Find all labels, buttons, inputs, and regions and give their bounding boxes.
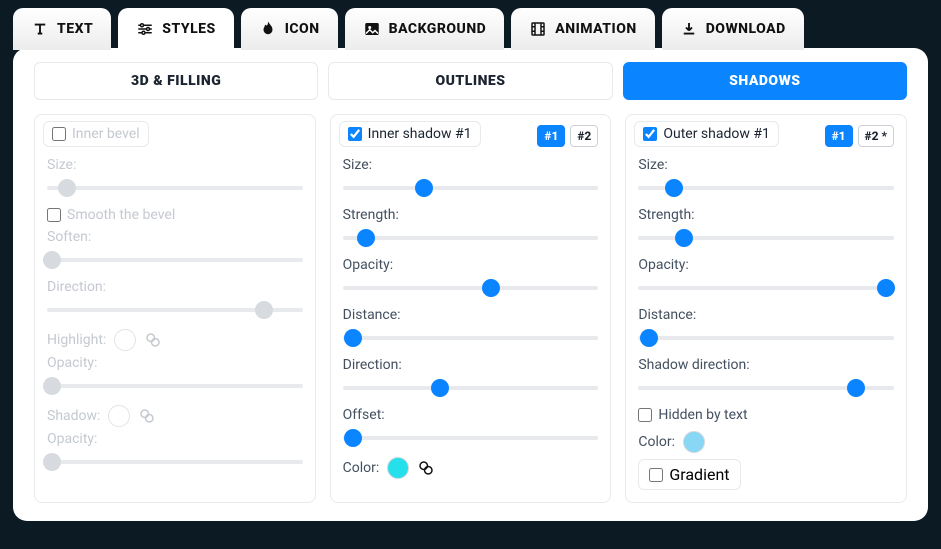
bevel-soften-slider[interactable] (47, 249, 303, 271)
bevel-opacity-slider[interactable] (47, 375, 303, 397)
bevel-highlight-swatch[interactable] (114, 329, 136, 351)
inner-strength-slider[interactable] (343, 227, 599, 249)
bevel-size-slider[interactable] (47, 177, 303, 199)
outer-distance-label: Distance: (638, 307, 894, 323)
inner-distance-slider[interactable] (343, 327, 599, 349)
outer-gradient-label: Gradient (669, 465, 729, 484)
outer-color-label: Color: (638, 434, 675, 450)
outer-opacity-label: Opacity: (638, 257, 894, 273)
bevel-smooth-toggle[interactable]: Smooth the bevel (47, 207, 175, 223)
bevel-direction-slider[interactable] (47, 299, 303, 321)
inner-offset-label: Offset: (343, 407, 599, 423)
bevel-soften-label: Soften: (47, 229, 303, 245)
inner-checkbox[interactable] (348, 127, 362, 141)
bevel-enable-toggle[interactable]: Inner bevel (43, 121, 149, 147)
outer-chip-1[interactable]: #1 (825, 125, 853, 147)
inner-chip-1[interactable]: #1 (537, 125, 565, 147)
text-icon (31, 20, 49, 38)
cards-row: Inner bevel Size: Smooth the bevel Softe… (34, 114, 907, 503)
card-title: Inner shadow #1 (368, 126, 472, 142)
outer-checkbox[interactable] (643, 127, 657, 141)
outer-strength-label: Strength: (638, 207, 894, 223)
download-icon (680, 20, 698, 38)
flame-icon (259, 20, 277, 38)
subtab-shadows[interactable]: SHADOWS (623, 62, 907, 100)
card-inner-shadow: Inner shadow #1 #1 #2 Size: Strength: Op… (330, 114, 612, 503)
outer-hidden-checkbox[interactable] (638, 408, 652, 422)
outer-gradient-checkbox[interactable] (649, 468, 663, 482)
bevel-highlight-row: Highlight: (47, 329, 303, 351)
inner-direction-slider[interactable] (343, 377, 599, 399)
tab-label: ANIMATION (555, 21, 636, 37)
overlap-icon[interactable] (144, 331, 162, 349)
subtab-3d-filling[interactable]: 3D & FILLING (34, 62, 318, 100)
inner-direction-label: Direction: (343, 357, 599, 373)
bevel-opacity-label: Opacity: (47, 355, 303, 371)
outer-size-label: Size: (638, 157, 894, 173)
tab-label: STYLES (162, 21, 215, 37)
styles-panel: 3D & FILLING OUTLINES SHADOWS Inner beve… (13, 48, 928, 521)
card-title: Outer shadow #1 (663, 126, 769, 142)
tab-icon[interactable]: ICON (241, 8, 338, 50)
outer-direction-label: Shadow direction: (638, 357, 894, 373)
outer-hidden-label: Hidden by text (658, 407, 747, 423)
tab-label: BACKGROUND (389, 21, 487, 37)
inner-strength-label: Strength: (343, 207, 599, 223)
tab-label: ICON (285, 21, 320, 37)
tab-download[interactable]: DOWNLOAD (662, 8, 804, 50)
outer-opacity-slider[interactable] (638, 277, 894, 299)
tab-label: TEXT (57, 21, 93, 37)
bevel-shadow-label: Shadow: (47, 408, 100, 424)
card-outer-shadow: Outer shadow #1 #1 #2 * Size: Strength: … (625, 114, 907, 503)
inner-offset-slider[interactable] (343, 427, 599, 449)
inner-size-label: Size: (343, 157, 599, 173)
outer-color-swatch[interactable] (683, 431, 705, 453)
bevel-direction-label: Direction: (47, 279, 303, 295)
bevel-highlight-label: Highlight: (47, 332, 106, 348)
tab-background[interactable]: BACKGROUND (345, 8, 505, 50)
outer-enable-toggle[interactable]: Outer shadow #1 (634, 121, 778, 147)
overlap-icon[interactable] (417, 459, 435, 477)
card-inner-bevel: Inner bevel Size: Smooth the bevel Softe… (34, 114, 316, 503)
styles-subtabs: 3D & FILLING OUTLINES SHADOWS (34, 62, 907, 100)
inner-color-row: Color: (343, 457, 599, 479)
inner-opacity-label: Opacity: (343, 257, 599, 273)
film-icon (529, 20, 547, 38)
outer-color-row: Color: (638, 431, 894, 453)
bevel-checkbox[interactable] (52, 127, 66, 141)
outer-size-slider[interactable] (638, 177, 894, 199)
inner-color-swatch[interactable] (387, 457, 409, 479)
outer-chip-2[interactable]: #2 * (858, 125, 894, 147)
inner-distance-label: Distance: (343, 307, 599, 323)
outer-direction-slider[interactable] (638, 377, 894, 399)
bevel-opacity2-slider[interactable] (47, 451, 303, 473)
subtab-outlines[interactable]: OUTLINES (328, 62, 612, 100)
sliders-icon (136, 20, 154, 38)
bevel-shadow-swatch[interactable] (108, 405, 130, 427)
bevel-smooth-label: Smooth the bevel (67, 207, 175, 223)
bevel-shadow-row: Shadow: (47, 405, 303, 427)
inner-enable-toggle[interactable]: Inner shadow #1 (339, 121, 481, 147)
tab-animation[interactable]: ANIMATION (511, 8, 654, 50)
inner-chip-2[interactable]: #2 (570, 125, 598, 147)
inner-size-slider[interactable] (343, 177, 599, 199)
image-icon (363, 20, 381, 38)
outer-hidden-toggle[interactable]: Hidden by text (638, 407, 894, 423)
main-tabs: TEXT STYLES ICON BACKGROUND ANIMATION DO… (13, 8, 928, 50)
inner-color-label: Color: (343, 460, 380, 476)
outer-strength-slider[interactable] (638, 227, 894, 249)
bevel-smooth-checkbox[interactable] (47, 208, 61, 222)
tab-styles[interactable]: STYLES (118, 8, 233, 50)
outer-gradient-toggle[interactable]: Gradient (638, 459, 740, 490)
overlap-icon[interactable] (138, 407, 156, 425)
tab-label: DOWNLOAD (706, 21, 786, 37)
bevel-size-label: Size: (47, 157, 303, 173)
tab-text[interactable]: TEXT (13, 8, 111, 50)
inner-opacity-slider[interactable] (343, 277, 599, 299)
bevel-opacity2-label: Opacity: (47, 431, 303, 447)
inner-index-chips: #1 #2 (537, 125, 598, 147)
card-title: Inner bevel (72, 126, 140, 142)
outer-index-chips: #1 #2 * (825, 125, 894, 147)
outer-distance-slider[interactable] (638, 327, 894, 349)
